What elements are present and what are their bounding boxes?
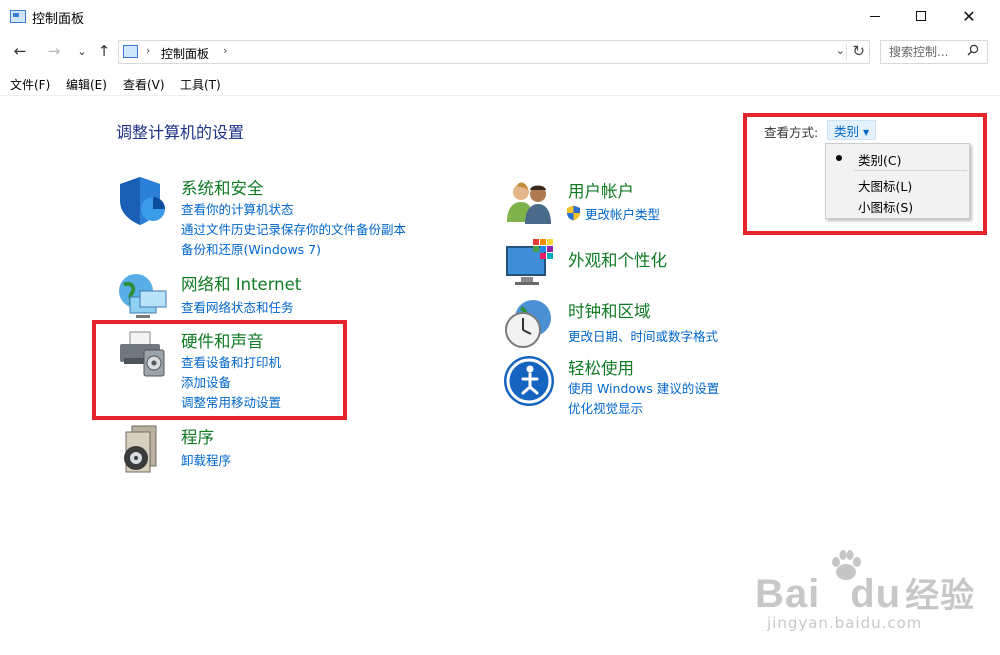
link-add-device[interactable]: 添加设备 (181, 372, 231, 391)
minimize-icon (870, 15, 880, 17)
maximize-icon (916, 11, 926, 21)
title-bar: 控制面板 ✕ (0, 0, 1000, 34)
back-button[interactable]: ← (10, 40, 30, 62)
breadcrumb-control-panel[interactable]: 控制面板 (161, 45, 209, 62)
page-title: 调整计算机的设置 (116, 123, 245, 142)
category-title[interactable]: 时钟和区域 (568, 298, 651, 322)
control-panel-icon (10, 10, 26, 23)
menu-bar: 文件(F) 编辑(E) 查看(V) 工具(T) (0, 72, 1000, 96)
category-title[interactable]: 用户帐户 (568, 178, 634, 202)
category-clock-region: 时钟和区域 更改日期、时间或数字格式 (503, 298, 753, 350)
baidu-watermark: Bai du 经验 jingyan.baidu.com (755, 548, 985, 643)
up-arrow-icon: ↑ (97, 42, 111, 60)
ease-of-access-icon (504, 356, 554, 406)
appearance-icon (506, 239, 553, 285)
watermark-brand-suffix: du (850, 572, 902, 616)
close-button[interactable]: ✕ (946, 0, 992, 32)
category-programs: 程序 卸载程序 (116, 424, 316, 474)
category-title[interactable]: 系统和安全 (181, 175, 264, 199)
forward-arrow-icon: → (47, 42, 61, 60)
search-icon[interactable] (967, 44, 979, 56)
link-windows-recommended-settings[interactable]: 使用 Windows 建议的设置 (568, 378, 719, 397)
link-backup-restore[interactable]: 备份和还原(Windows 7) (181, 239, 321, 258)
up-button[interactable]: ↑ (94, 40, 114, 62)
link-mobility-settings[interactable]: 调整常用移动设置 (181, 392, 281, 411)
menu-edit[interactable]: 编辑(E) (66, 76, 107, 93)
category-title[interactable]: 硬件和声音 (181, 328, 264, 352)
address-dropdown-icon[interactable]: ⌄ (836, 44, 845, 57)
link-change-date-time[interactable]: 更改日期、时间或数字格式 (568, 326, 718, 345)
link-optimize-visual-display[interactable]: 优化视觉显示 (568, 398, 643, 417)
watermark-brand: Bai (755, 572, 821, 616)
recent-locations-button[interactable]: ⌄ (72, 40, 92, 62)
users-icon (507, 182, 551, 224)
network-icon (119, 274, 167, 318)
highlight-box-view (743, 113, 987, 235)
search-input[interactable] (881, 41, 965, 63)
forward-button[interactable]: → (44, 40, 64, 62)
chevron-down-icon: ⌄ (77, 44, 87, 58)
back-arrow-icon: ← (13, 42, 27, 60)
category-title[interactable]: 外观和个性化 (568, 247, 667, 271)
shield-icon (120, 177, 165, 225)
menu-file[interactable]: 文件(F) (10, 76, 50, 93)
minimize-button[interactable] (852, 0, 898, 32)
category-ease-of-access: 轻松使用 使用 Windows 建议的设置 优化视觉显示 (503, 355, 753, 417)
category-title[interactable]: 轻松使用 (568, 355, 634, 379)
window-title: 控制面板 (32, 12, 85, 27)
printer-icon (120, 331, 165, 377)
programs-icon (124, 425, 157, 473)
navigation-bar: ← → ⌄ ↑ › 控制面板 › ⌄ ↻ (0, 36, 1000, 68)
link-view-computer-status[interactable]: 查看你的计算机状态 (181, 199, 294, 218)
uac-shield-icon (567, 205, 580, 221)
address-bar[interactable]: › 控制面板 › ⌄ ↻ (118, 40, 870, 64)
category-hardware-sound: 硬件和声音 查看设备和打印机 添加设备 调整常用移动设置 (116, 328, 346, 411)
category-network-internet: 网络和 Internet 查看网络状态和任务 (116, 271, 396, 321)
link-view-network-status[interactable]: 查看网络状态和任务 (181, 297, 294, 316)
divider (846, 43, 847, 61)
menu-tools[interactable]: 工具(T) (180, 76, 221, 93)
watermark-cn: 经验 (905, 577, 976, 615)
link-devices-printers[interactable]: 查看设备和打印机 (181, 352, 281, 371)
search-box[interactable] (880, 40, 988, 64)
category-title[interactable]: 程序 (181, 424, 214, 448)
menu-view[interactable]: 查看(V) (123, 76, 165, 93)
link-uninstall-program[interactable]: 卸载程序 (181, 450, 231, 469)
clock-icon (505, 300, 551, 348)
category-user-accounts: 用户帐户 更改帐户类型 (503, 178, 753, 228)
control-panel-icon (123, 45, 138, 58)
link-file-history-backup[interactable]: 通过文件历史记录保存你的文件备份副本 (181, 219, 406, 238)
watermark-url: jingyan.baidu.com (767, 614, 923, 632)
category-system-security: 系统和安全 查看你的计算机状态 通过文件历史记录保存你的文件备份副本 备份和还原… (116, 175, 446, 258)
chevron-right-icon[interactable]: › (146, 44, 150, 57)
chevron-right-icon[interactable]: › (223, 44, 227, 57)
link-change-account-type[interactable]: 更改帐户类型 (585, 204, 660, 223)
category-appearance: 外观和个性化 (503, 237, 723, 289)
maximize-button[interactable] (898, 0, 944, 32)
close-icon: ✕ (962, 6, 976, 26)
category-title[interactable]: 网络和 Internet (181, 271, 301, 295)
refresh-icon[interactable]: ↻ (852, 42, 865, 60)
